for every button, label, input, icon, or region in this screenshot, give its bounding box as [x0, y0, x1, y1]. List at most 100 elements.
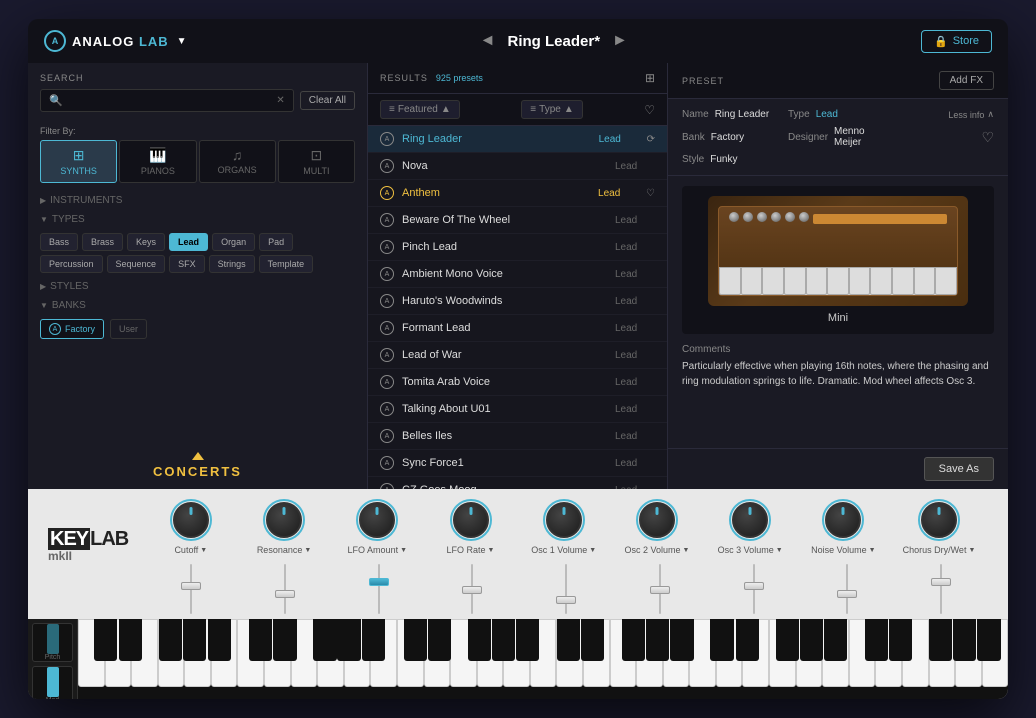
type-chip-organ[interactable]: Organ: [212, 233, 255, 251]
sustain-fader[interactable]: [744, 582, 764, 590]
resonance-knob[interactable]: [266, 502, 302, 538]
list-item[interactable]: A Sync Force1 Lead: [368, 450, 667, 477]
piano-key-black[interactable]: [646, 619, 669, 661]
piano-key-black[interactable]: [362, 619, 385, 661]
prev-preset-button[interactable]: ◄: [480, 32, 496, 50]
piano-key-black[interactable]: [953, 619, 976, 661]
types-header[interactable]: ▼ TYPES: [28, 210, 367, 229]
styles-header[interactable]: ▶ STYLES: [28, 277, 367, 296]
list-item[interactable]: A Belles Iles Lead: [368, 423, 667, 450]
sort-type-button[interactable]: ≡ Type ▲: [521, 100, 582, 119]
piano-key-black[interactable]: [337, 619, 360, 661]
instruments-header[interactable]: ▶ INSTRUMENTS: [28, 191, 367, 210]
filter-env-sustain-fader[interactable]: [369, 578, 389, 586]
list-item[interactable]: A Pinch Lead Lead: [368, 234, 667, 261]
piano-key-black[interactable]: [670, 619, 693, 661]
grid-view-icon[interactable]: ⊞: [645, 71, 655, 85]
piano-key-black[interactable]: [468, 619, 491, 661]
volume-fader[interactable]: [931, 578, 951, 586]
lfo-rate-knob[interactable]: [453, 502, 489, 538]
filter-tab-pianos[interactable]: 🎹 PIANOS: [119, 140, 196, 183]
piano-key-black[interactable]: [710, 619, 733, 661]
chorus-label[interactable]: Chorus Dry/Wet ▼: [903, 545, 976, 555]
piano-key-black[interactable]: [889, 619, 912, 661]
piano-key-black[interactable]: [159, 619, 182, 661]
type-chip-percussion[interactable]: Percussion: [40, 255, 103, 273]
piano-key-black[interactable]: [183, 619, 206, 661]
type-chip-bass[interactable]: Bass: [40, 233, 78, 251]
preset-heart-icon[interactable]: ♡: [646, 188, 655, 199]
sort-featured-button[interactable]: ≡ Featured ▲: [380, 100, 460, 119]
type-chip-strings[interactable]: Strings: [209, 255, 255, 273]
osc3-knob[interactable]: [732, 502, 768, 538]
type-chip-lead[interactable]: Lead: [169, 233, 208, 251]
search-input[interactable]: [69, 95, 271, 107]
logo-dropdown-icon[interactable]: ▼: [177, 36, 187, 47]
piano-key-black[interactable]: [776, 619, 799, 661]
piano-key-black[interactable]: [119, 619, 142, 661]
next-preset-button[interactable]: ►: [612, 32, 628, 50]
list-item[interactable]: A Formant Lead Lead: [368, 315, 667, 342]
mod-slider[interactable]: Mod: [32, 666, 73, 699]
list-item[interactable]: A Lead of War Lead: [368, 342, 667, 369]
piano-key-black[interactable]: [94, 619, 117, 661]
favorite-heart-button[interactable]: ♡: [981, 129, 994, 146]
clear-all-button[interactable]: Clear All: [300, 91, 355, 110]
piano-key-black[interactable]: [492, 619, 515, 661]
list-item[interactable]: A CZ Goes Moog Lead: [368, 477, 667, 489]
piano-key-black[interactable]: [428, 619, 451, 661]
list-item[interactable]: A Tomita Arab Voice Lead: [368, 369, 667, 396]
noise-label[interactable]: Noise Volume ▼: [811, 545, 875, 555]
osc1-label[interactable]: Osc 1 Volume ▼: [531, 545, 596, 555]
type-chip-sfx[interactable]: SFX: [169, 255, 205, 273]
release-fader[interactable]: [837, 590, 857, 598]
filter-env-attack-fader[interactable]: [181, 582, 201, 590]
piano-key-black[interactable]: [736, 619, 759, 661]
bank-chip-user[interactable]: User: [110, 319, 147, 339]
piano-key-black[interactable]: [929, 619, 952, 661]
noise-knob[interactable]: [825, 502, 861, 538]
decay-fader[interactable]: [650, 586, 670, 594]
attack-fader[interactable]: [556, 596, 576, 604]
favorites-icon[interactable]: ♡: [644, 103, 655, 117]
osc3-label[interactable]: Osc 3 Volume ▼: [718, 545, 783, 555]
type-chip-sequence[interactable]: Sequence: [107, 255, 166, 273]
piano-key-black[interactable]: [208, 619, 231, 661]
banks-header[interactable]: ▼ BANKS: [28, 296, 367, 315]
less-info-button[interactable]: Less info ∧: [948, 109, 994, 120]
pitch-slider[interactable]: Pitch: [32, 623, 73, 662]
osc2-knob[interactable]: [639, 502, 675, 538]
filter-tab-organs[interactable]: ♫ ORGANS: [199, 140, 276, 183]
type-chip-template[interactable]: Template: [259, 255, 314, 273]
list-item[interactable]: A Ring Leader Lead ⟳: [368, 126, 667, 153]
chorus-knob[interactable]: [921, 502, 957, 538]
filter-env-decay-fader[interactable]: [275, 590, 295, 598]
piano-key-black[interactable]: [800, 619, 823, 661]
type-chip-brass[interactable]: Brass: [82, 233, 123, 251]
cutoff-label[interactable]: Cutoff ▼: [174, 545, 207, 555]
list-item[interactable]: A Nova Lead: [368, 153, 667, 180]
clear-search-icon[interactable]: ✕: [276, 95, 284, 106]
piano-key-black[interactable]: [404, 619, 427, 661]
filter-tab-multi[interactable]: ⊡ MULTI: [278, 140, 355, 183]
osc1-knob[interactable]: [546, 502, 582, 538]
concerts-label[interactable]: CONCERTS: [153, 464, 242, 479]
add-fx-button[interactable]: Add FX: [939, 71, 994, 90]
piano-key-black[interactable]: [313, 619, 336, 661]
filter-tab-synths[interactable]: ⊞ SYNTHS: [40, 140, 117, 183]
cutoff-knob[interactable]: [173, 502, 209, 538]
piano-key-black[interactable]: [557, 619, 580, 661]
store-button[interactable]: 🔒 Store: [921, 30, 992, 53]
type-chip-keys[interactable]: Keys: [127, 233, 165, 251]
list-item[interactable]: A Talking About U01 Lead: [368, 396, 667, 423]
piano-key-black[interactable]: [977, 619, 1000, 661]
piano-key-black[interactable]: [824, 619, 847, 661]
piano-key-black[interactable]: [249, 619, 272, 661]
piano-key-black[interactable]: [273, 619, 296, 661]
list-item[interactable]: A Beware Of The Wheel Lead: [368, 207, 667, 234]
piano-key-black[interactable]: [516, 619, 539, 661]
lfo-rate-label[interactable]: LFO Rate ▼: [447, 545, 495, 555]
osc2-label[interactable]: Osc 2 Volume ▼: [624, 545, 689, 555]
list-item[interactable]: A Haruto's Woodwinds Lead: [368, 288, 667, 315]
lfo-amount-label[interactable]: LFO Amount ▼: [348, 545, 407, 555]
